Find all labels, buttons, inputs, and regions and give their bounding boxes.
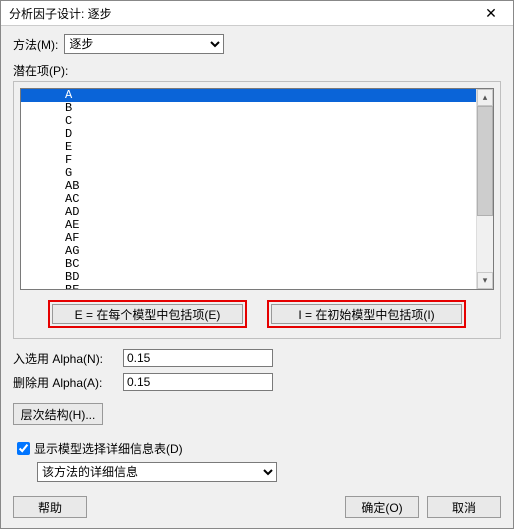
list-item[interactable]: BC (21, 258, 476, 271)
alpha-enter-row: 入选用 Alpha(N): (13, 349, 501, 367)
alpha-remove-row: 删除用 Alpha(A): (13, 373, 501, 391)
close-button[interactable]: ✕ (473, 3, 509, 23)
method-label: 方法(M): (13, 36, 58, 53)
list-item[interactable]: F (21, 154, 476, 167)
window-title: 分析因子设计: 逐步 (9, 5, 112, 22)
list-item[interactable]: AD (21, 206, 476, 219)
alpha-enter-input[interactable] (123, 349, 273, 367)
details-checkbox-row: 显示模型选择详细信息表(D) (13, 439, 501, 458)
alpha-remove-input[interactable] (123, 373, 273, 391)
list-item[interactable]: BD (21, 271, 476, 284)
terms-group: ABCDEFGABACADAEAFAGBCBDBEBF ▴ ▾ E = 在每个模… (13, 81, 501, 339)
details-select[interactable]: 该方法的详细信息 (37, 462, 277, 482)
list-item[interactable]: BE (21, 284, 476, 289)
include-initial-highlight: I = 在初始模型中包括项(I) (267, 300, 466, 328)
hierarchy-button[interactable]: 层次结构(H)... (13, 403, 103, 425)
alpha-enter-label: 入选用 Alpha(N): (13, 350, 123, 367)
alpha-remove-label: 删除用 Alpha(A): (13, 374, 123, 391)
list-item[interactable]: AC (21, 193, 476, 206)
list-item[interactable]: D (21, 128, 476, 141)
list-item[interactable]: AF (21, 232, 476, 245)
dialog-footer: 帮助 确定(O) 取消 (1, 490, 513, 528)
list-item[interactable]: C (21, 115, 476, 128)
cancel-button[interactable]: 取消 (427, 496, 501, 518)
method-select[interactable]: 逐步 (64, 34, 224, 54)
potential-label: 潜在项(P): (13, 62, 501, 79)
listbox-inner: ABCDEFGABACADAEAFAGBCBDBEBF (21, 89, 476, 289)
close-icon: ✕ (485, 5, 497, 22)
list-item[interactable]: B (21, 102, 476, 115)
list-item[interactable]: E (21, 141, 476, 154)
details-checkbox-label[interactable]: 显示模型选择详细信息表(D) (34, 440, 183, 457)
details-checkbox[interactable] (17, 442, 30, 455)
include-buttons-row: E = 在每个模型中包括项(E) I = 在初始模型中包括项(I) (20, 300, 494, 328)
scroll-thumb[interactable] (477, 106, 493, 216)
list-item[interactable]: AB (21, 180, 476, 193)
include-every-highlight: E = 在每个模型中包括项(E) (48, 300, 247, 328)
footer-right: 确定(O) 取消 (345, 496, 501, 518)
dialog-body: 方法(M): 逐步 潜在项(P): ABCDEFGABACADAEAFAGBCB… (1, 26, 513, 490)
scroll-up-icon[interactable]: ▴ (477, 89, 493, 106)
scrollbar[interactable]: ▴ ▾ (476, 89, 493, 289)
list-item[interactable]: A (21, 89, 476, 102)
title-bar: 分析因子设计: 逐步 ✕ (1, 1, 513, 26)
ok-button[interactable]: 确定(O) (345, 496, 419, 518)
include-initial-button[interactable]: I = 在初始模型中包括项(I) (271, 304, 462, 324)
help-button[interactable]: 帮助 (13, 496, 87, 518)
footer-left: 帮助 (13, 496, 87, 518)
method-row: 方法(M): 逐步 (13, 34, 501, 54)
scroll-down-icon[interactable]: ▾ (477, 272, 493, 289)
list-item[interactable]: AE (21, 219, 476, 232)
scroll-track[interactable] (477, 106, 493, 272)
dialog-window: 分析因子设计: 逐步 ✕ 方法(M): 逐步 潜在项(P): ABCDEFGAB… (0, 0, 514, 529)
list-item[interactable]: G (21, 167, 476, 180)
include-every-button[interactable]: E = 在每个模型中包括项(E) (52, 304, 243, 324)
potential-listbox[interactable]: ABCDEFGABACADAEAFAGBCBDBEBF ▴ ▾ (20, 88, 494, 290)
list-item[interactable]: AG (21, 245, 476, 258)
